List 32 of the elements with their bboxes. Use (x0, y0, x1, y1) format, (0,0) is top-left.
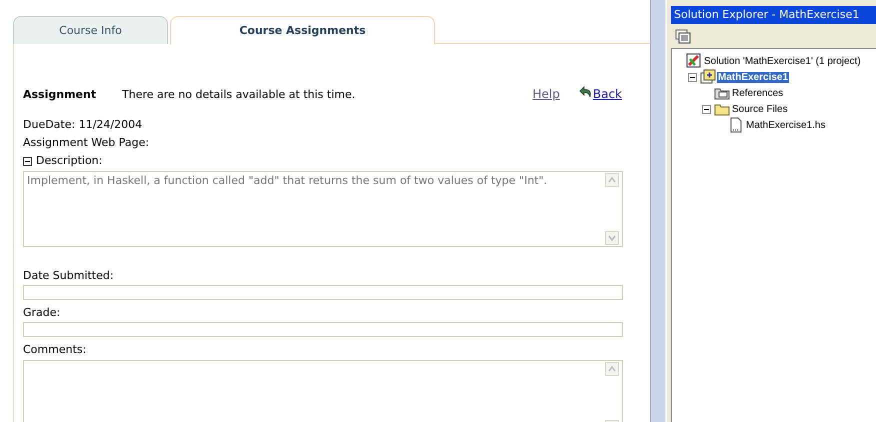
back-link[interactable]: Back (578, 85, 622, 103)
description-label: Description: (36, 153, 102, 169)
panel-title: Solution Explorer - MathExercise1 (671, 6, 876, 24)
input-field[interactable] (23, 285, 623, 300)
tree-item[interactable]: Source Files (731, 104, 789, 114)
assignment-message: There are no details available at this time. (122, 88, 356, 100)
web-page-label: Assignment Web Page: (23, 135, 150, 151)
help-link[interactable]: Help (532, 87, 560, 101)
solution-icon (686, 53, 702, 69)
field-label: Date Submitted: (23, 268, 115, 284)
due-date: DueDate: 11/24/2004 (23, 117, 144, 133)
input-field[interactable] (23, 322, 623, 337)
back-arrow-icon (578, 85, 593, 99)
scroll-up-icon (605, 362, 619, 376)
field-label: Comments: (23, 342, 88, 358)
tab[interactable]: Course Assignments (170, 16, 435, 45)
splitter-handle[interactable] (650, 0, 666, 422)
scroll-up-icon (605, 173, 619, 187)
field-label: Grade: (23, 305, 62, 321)
tree-item[interactable]: References (731, 88, 784, 98)
collapse-icon[interactable] (702, 104, 711, 114)
tree-item[interactable]: MathExercise1.hs (745, 120, 826, 130)
tab[interactable]: Course Info (13, 16, 168, 44)
tree-item[interactable]: Solution 'MathExercise1' (1 project) (703, 56, 862, 66)
project-icon (700, 69, 716, 85)
file-icon (728, 117, 744, 133)
scroll-down-icon (605, 231, 619, 245)
collapse-icon[interactable] (688, 72, 697, 82)
assignment-heading: Assignment (23, 88, 98, 100)
description-box[interactable]: Implement, in Haskell, a function called "add" that returns the sum of two values of type "Int". (23, 171, 623, 247)
properties-icon[interactable] (675, 28, 691, 44)
tree-item[interactable]: MathExercise1 (717, 72, 790, 82)
